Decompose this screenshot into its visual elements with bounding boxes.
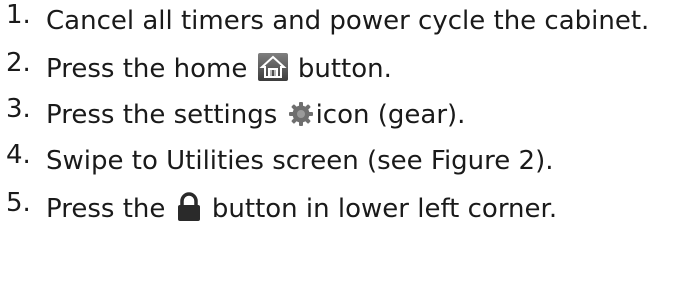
lock-icon [176, 192, 202, 222]
step-number: 4. [6, 140, 31, 170]
step-text-after: button. [297, 54, 392, 84]
step-text-after: icon (gear). [315, 100, 466, 130]
step-text: Press the button in lower left corner. [46, 188, 675, 230]
step-text-after: button in lower left corner. [211, 194, 558, 224]
list-item: 1. Cancel all timers and power cycle the… [0, 0, 675, 42]
step-text-before: Press the home [46, 54, 248, 84]
list-item: 3. Press the settings icon (gear). [0, 94, 675, 136]
step-number: 1. [6, 0, 31, 30]
step-text: Swipe to Utilities screen (see Figure 2)… [46, 146, 554, 176]
home-icon [257, 53, 288, 81]
step-number: 2. [6, 48, 31, 78]
step-text-before: Press the [46, 194, 166, 224]
step-number: 5. [6, 188, 31, 218]
step-text: Cancel all timers and power cycle the ca… [46, 6, 650, 36]
list-item: 5. Press the button in lower left corner… [0, 188, 675, 230]
step-text-before: Press the settings [46, 100, 278, 130]
list-item: 2. Press the home button. [0, 48, 675, 90]
instruction-list: 1. Cancel all timers and power cycle the… [0, 0, 675, 230]
list-item: 4. Swipe to Utilities screen (see Figure… [0, 140, 675, 182]
step-text: Press the settings icon (gear). [46, 94, 675, 136]
step-text: Press the home button. [46, 48, 675, 90]
step-number: 3. [6, 94, 31, 124]
gear-icon [288, 98, 314, 126]
